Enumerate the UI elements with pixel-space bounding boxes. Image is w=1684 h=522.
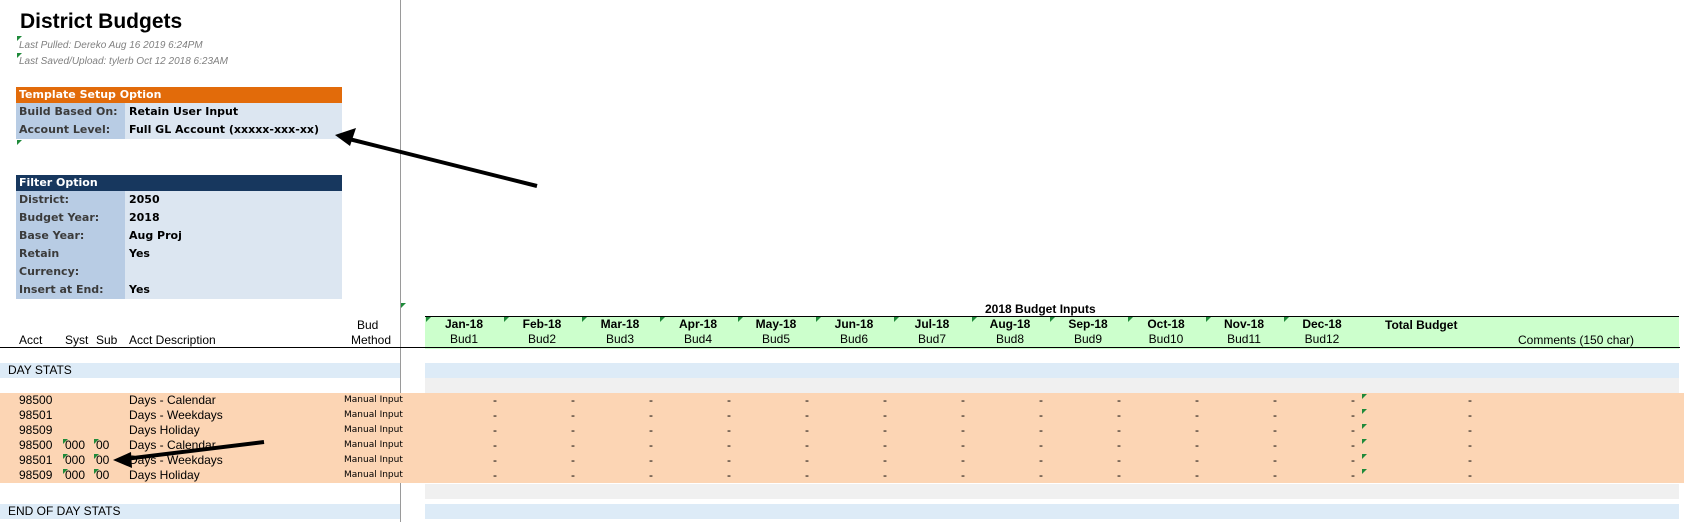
- arrow-to-account-level: [335, 128, 538, 188]
- annotation-arrows: [113, 128, 538, 468]
- arrow-to-syst-sub: [113, 440, 265, 468]
